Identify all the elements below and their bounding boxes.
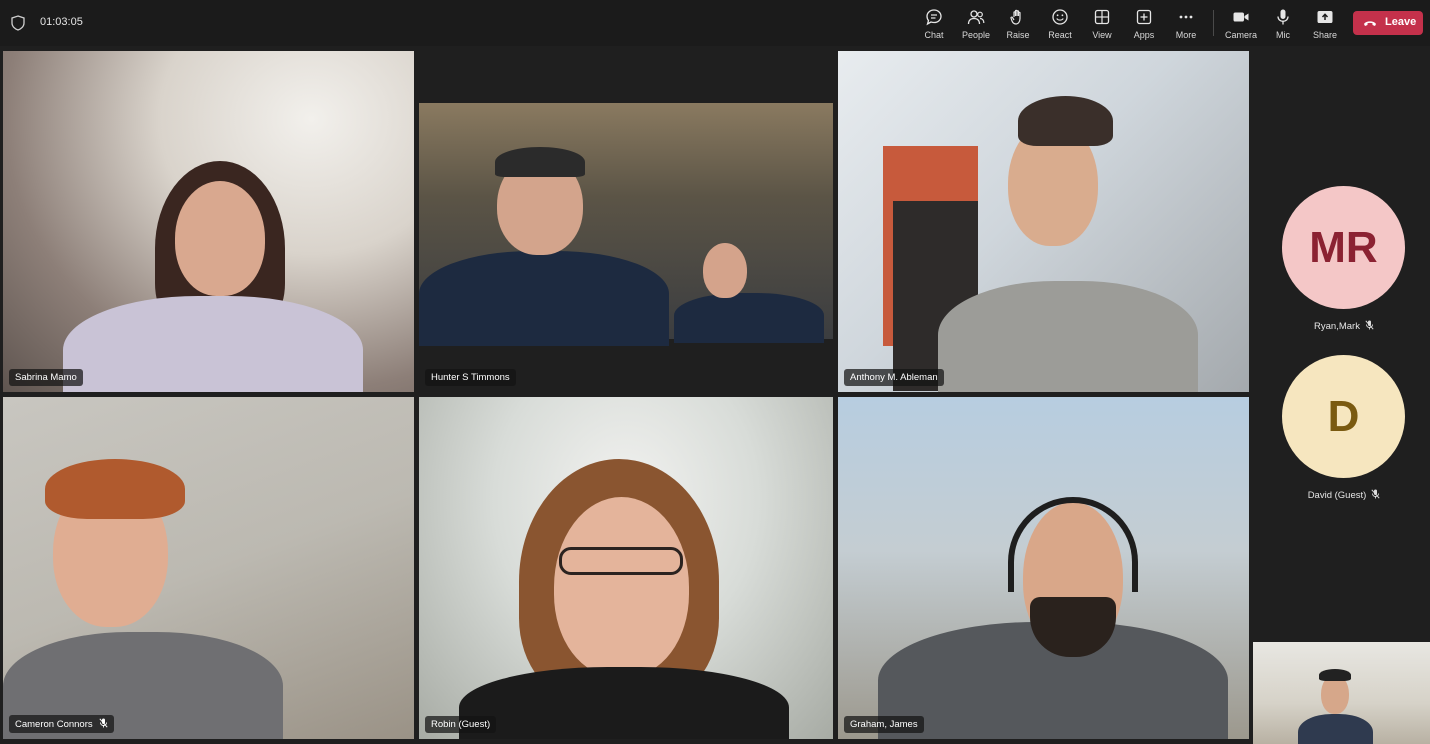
leave-label: Leave (1385, 16, 1417, 28)
side-participant-name: Ryan,Mark (1274, 320, 1414, 332)
side-participant-name: David (Guest) (1274, 489, 1414, 501)
participant-name-text: Cameron Connors (15, 719, 93, 730)
react-button[interactable]: React (1040, 6, 1080, 40)
more-label: More (1175, 30, 1197, 40)
side-participant-name-text: Ryan,Mark (1314, 321, 1360, 332)
participant-name-label: Sabrina Mamo (9, 369, 83, 386)
participant-name-label: Cameron Connors (9, 715, 114, 733)
hang-up-icon (1364, 21, 1376, 26)
camera-button[interactable]: Camera (1221, 6, 1261, 40)
video-tile-anthony[interactable]: Anthony M. Ableman (838, 51, 1249, 392)
apps-plus-icon (1136, 9, 1152, 25)
avatar-david[interactable]: D (1282, 355, 1405, 478)
avatar-initials: MR (1309, 223, 1378, 272)
video-tile-sabrina[interactable]: Sabrina Mamo (3, 51, 414, 392)
avatar-initials: D (1327, 392, 1360, 441)
video-tile-robin[interactable]: Robin (Guest) (419, 397, 833, 739)
meeting-toolbar: 01:03:05 Chat People Raise React View Ap… (0, 0, 1430, 46)
people-label: People (961, 30, 991, 40)
mic-muted-icon (1371, 489, 1380, 499)
raise-hand-button[interactable]: Raise (998, 6, 1038, 40)
camera-label: Camera (1224, 30, 1257, 40)
avatar-ryan-mark[interactable]: MR (1282, 186, 1405, 309)
video-tile-hunter[interactable]: Hunter S Timmons (419, 51, 833, 392)
raise-label: Raise (1006, 30, 1030, 40)
mic-button[interactable]: Mic (1263, 6, 1303, 40)
camera-icon (1233, 12, 1249, 22)
mic-muted-icon (1365, 320, 1374, 330)
participant-video-figure (3, 51, 414, 392)
participant-video-figure (838, 51, 1249, 392)
meeting-timer: 01:03:05 (40, 16, 83, 28)
mic-muted-icon (99, 718, 108, 728)
participant-name-label: Robin (Guest) (425, 716, 497, 733)
leave-button[interactable]: Leave (1353, 11, 1423, 35)
microphone-icon (1277, 9, 1289, 25)
view-label: View (1092, 30, 1112, 40)
shield-icon (11, 15, 25, 31)
share-label: Share (1312, 30, 1338, 40)
participant-name-label: Anthony M. Ableman (844, 369, 944, 386)
more-button[interactable]: More (1166, 6, 1206, 40)
participant-name-label: Hunter S Timmons (425, 369, 516, 386)
participant-video-figure (838, 397, 1249, 739)
smiley-icon (1052, 9, 1068, 25)
self-view-video[interactable] (1253, 642, 1430, 744)
side-participant-name-text: David (Guest) (1307, 490, 1367, 501)
mic-label: Mic (1276, 30, 1290, 40)
video-tile-cameron[interactable]: Cameron Connors (3, 397, 414, 739)
view-button[interactable]: View (1082, 6, 1122, 40)
share-screen-icon (1317, 11, 1333, 23)
chat-button[interactable]: Chat (914, 6, 954, 40)
grid-view-icon (1094, 9, 1110, 25)
apps-label: Apps (1133, 30, 1155, 40)
more-dots-icon (1179, 15, 1193, 19)
participant-name-label: Graham, James (844, 716, 924, 733)
share-button[interactable]: Share (1305, 6, 1345, 40)
chat-label: Chat (924, 30, 944, 40)
chat-icon (926, 9, 942, 26)
participant-video-figure (419, 103, 833, 346)
react-label: React (1048, 30, 1072, 40)
people-icon (967, 10, 985, 25)
participant-video-figure (419, 397, 833, 739)
apps-button[interactable]: Apps (1124, 6, 1164, 40)
people-button[interactable]: People (956, 6, 996, 40)
participant-video-figure (3, 397, 414, 739)
participant-video-figure (1253, 642, 1430, 744)
raise-hand-icon (1010, 9, 1021, 25)
video-tile-graham[interactable]: Graham, James (838, 397, 1249, 739)
toolbar-divider (1213, 10, 1214, 36)
